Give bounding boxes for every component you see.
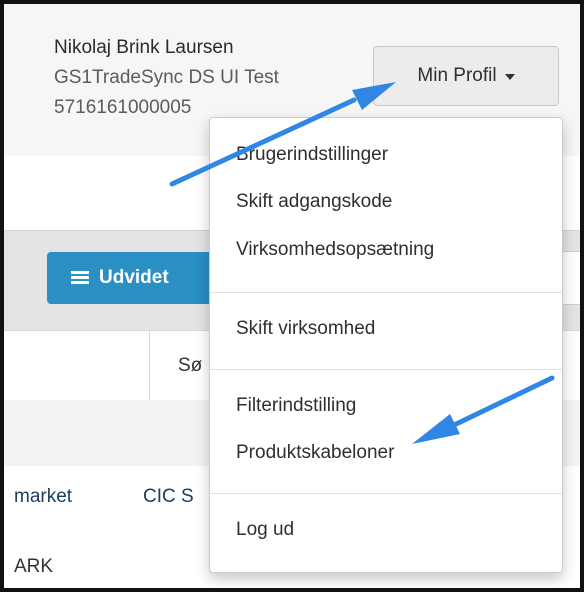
profile-dropdown-menu: Brugerindstillinger Skift adgangskode Vi… (209, 117, 563, 573)
profile-menu-button[interactable]: Min Profil (373, 46, 559, 106)
screenshot-frame: Nikolaj Brink Laursen GS1TradeSync DS UI… (0, 0, 584, 592)
menu-item-change-password[interactable]: Skift adgangskode (236, 191, 392, 213)
profile-menu-button-label: Min Profil (417, 65, 497, 86)
user-name: Nikolaj Brink Laursen (54, 37, 234, 58)
advanced-search-button-label: Udvidet (99, 267, 169, 288)
tab-market[interactable]: market (14, 486, 72, 508)
organization-name: GS1TradeSync DS UI Test (54, 67, 279, 88)
menu-divider (210, 369, 562, 370)
menu-item-switch-company[interactable]: Skift virksomhed (236, 318, 375, 340)
caret-down-icon (504, 74, 515, 80)
menu-item-product-templates[interactable]: Produktskabeloner (236, 442, 394, 464)
search-input[interactable] (4, 331, 150, 401)
gln-number: 5716161000005 (54, 97, 192, 118)
list-icon (71, 271, 89, 285)
menu-divider (210, 292, 562, 293)
search-button-label: Sø (178, 355, 203, 376)
menu-item-filter-settings[interactable]: Filterindstilling (236, 395, 356, 417)
menu-item-log-out[interactable]: Log ud (236, 519, 294, 541)
row-text: ARK (14, 556, 54, 577)
tab-cic[interactable]: CIC S (143, 486, 194, 508)
menu-item-company-setup[interactable]: Virksomhedsopsætning (236, 239, 434, 261)
menu-divider (210, 493, 562, 494)
menu-item-user-settings[interactable]: Brugerindstillinger (236, 144, 388, 166)
